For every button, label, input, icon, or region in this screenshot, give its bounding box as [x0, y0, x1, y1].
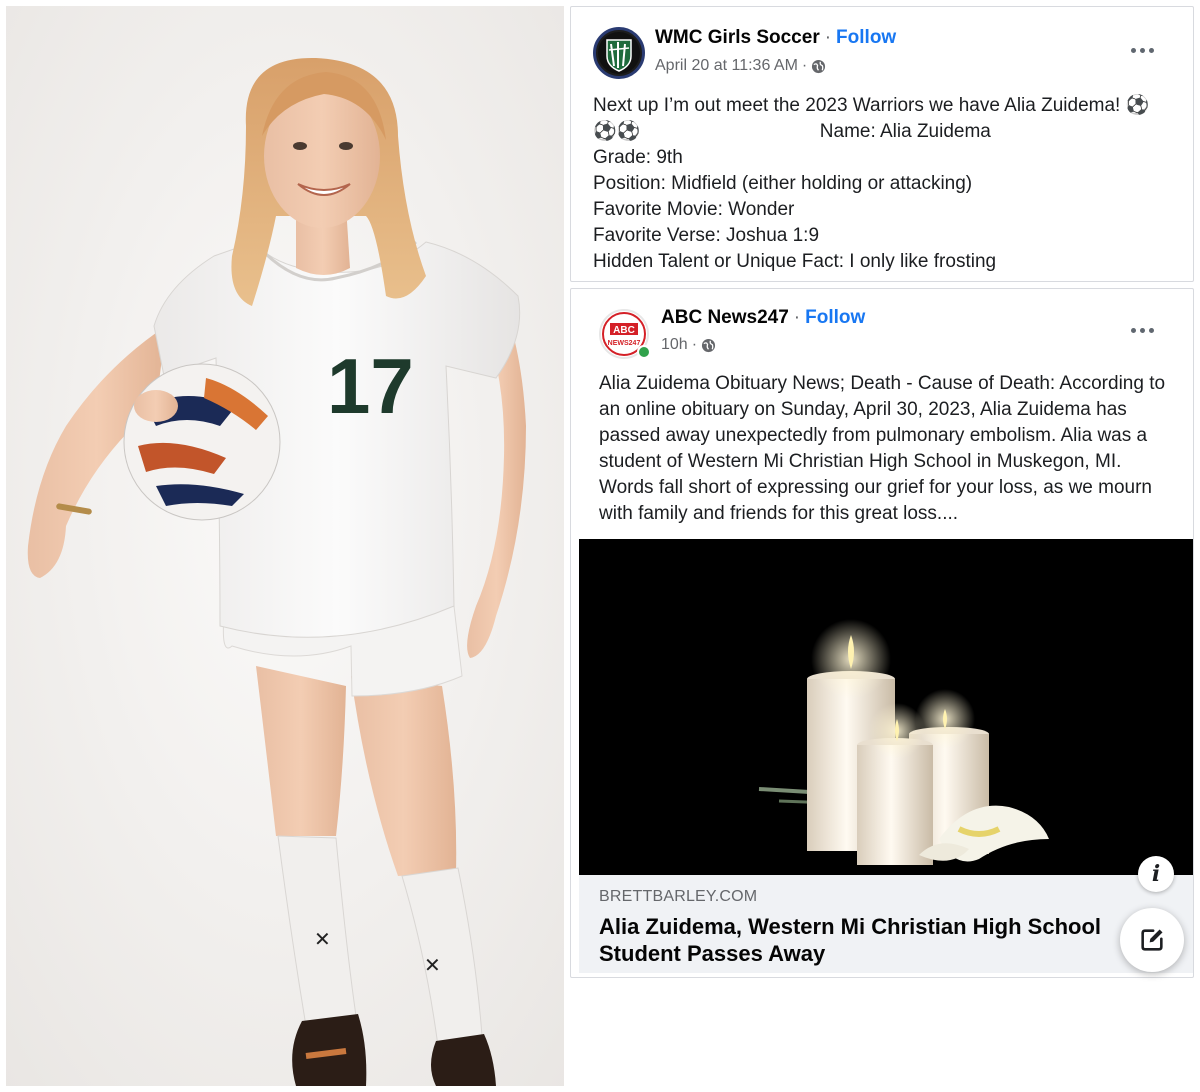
- header-separator: ·: [793, 307, 801, 328]
- globe-icon: [811, 59, 826, 74]
- page-avatar[interactable]: [593, 27, 645, 79]
- post-meta: April 20 at 11:36 AM ·: [655, 57, 826, 75]
- follow-button[interactable]: Follow: [836, 27, 896, 48]
- follow-button[interactable]: Follow: [805, 307, 865, 328]
- link-preview-footer[interactable]: BRETTBARLEY.COM Alia Zuidema, Western Mi…: [579, 875, 1193, 973]
- post-wmc-girls-soccer: WMC Girls Soccer · Follow April 20 at 11:3…: [570, 6, 1194, 282]
- info-icon[interactable]: i: [1138, 856, 1174, 892]
- globe-icon: [701, 338, 716, 353]
- svg-text:✕: ✕: [314, 927, 331, 951]
- meta-separator: ·: [801, 57, 808, 74]
- warriors-shield-icon: [598, 32, 640, 74]
- candles-image-icon: [579, 539, 1193, 875]
- more-options-icon[interactable]: [1127, 323, 1157, 337]
- post-line: Grade: 9th: [593, 147, 683, 168]
- post-line: Next up I’m out meet the 2023 Warriors w…: [593, 95, 1150, 116]
- post-line: Favorite Verse: Joshua 1:9: [593, 225, 820, 246]
- link-preview-image[interactable]: [579, 539, 1193, 875]
- post-body-text: Next up I’m out meet the 2023 Warriors w…: [593, 93, 1149, 275]
- svg-text:ABC: ABC: [613, 325, 635, 336]
- more-options-icon[interactable]: [1127, 43, 1157, 57]
- page-name-link[interactable]: WMC Girls Soccer: [655, 27, 820, 48]
- post-line: Alia Zuidema Obituary News; Death - Caus…: [599, 373, 1166, 394]
- svg-text:NEWS247: NEWS247: [608, 340, 641, 347]
- compose-icon[interactable]: [1120, 908, 1184, 972]
- post-line: Favorite Movie: Wonder: [593, 199, 795, 220]
- post-header: WMC Girls Soccer · Follow: [655, 27, 896, 49]
- post-body-text: Alia Zuidema Obituary News; Death - Caus…: [599, 371, 1165, 527]
- online-status-dot: [637, 345, 651, 359]
- post-line: ⚽⚽ Name: Alia Zuidema: [593, 121, 991, 142]
- soccer-player-photo-icon: ✕ ✕ 17: [6, 6, 564, 1086]
- post-line: Hidden Talent or Unique Fact: I only lik…: [593, 251, 997, 272]
- player-photo: ✕ ✕ 17: [6, 6, 564, 1086]
- meta-separator: ·: [691, 336, 698, 353]
- post-line: Position: Midfield (either holding or at…: [593, 173, 973, 194]
- svg-text:17: 17: [327, 342, 414, 430]
- link-domain: BRETTBARLEY.COM: [599, 888, 758, 905]
- post-meta: 10h ·: [661, 336, 716, 354]
- header-separator: ·: [824, 27, 832, 48]
- page-name-link[interactable]: ABC News247: [661, 307, 789, 328]
- post-line: with family and friends for this great l…: [599, 503, 959, 524]
- post-line: Words fall short of expressing our grief…: [599, 477, 1152, 498]
- link-title[interactable]: Alia Zuidema, Western Mi Christian High …: [599, 913, 1119, 967]
- post-timestamp-link[interactable]: April 20 at 11:36 AM: [655, 57, 798, 75]
- svg-text:✕: ✕: [424, 953, 441, 977]
- post-header: ABC News247 · Follow: [661, 307, 865, 329]
- post-line: passed away unexpectedly from pulmonary …: [599, 425, 1148, 446]
- info-label: i: [1151, 861, 1161, 887]
- post-timestamp-link[interactable]: 10h: [661, 336, 688, 354]
- post-line: an online obituary on Sunday, April 30, …: [599, 399, 1127, 420]
- compose-pencil-icon: [1141, 929, 1163, 951]
- post-abc-news247: ABC NEWS247 ABC News247 · Follow 10h · Ali…: [570, 288, 1194, 978]
- post-line: student of Western Mi Christian High Sch…: [599, 451, 1122, 472]
